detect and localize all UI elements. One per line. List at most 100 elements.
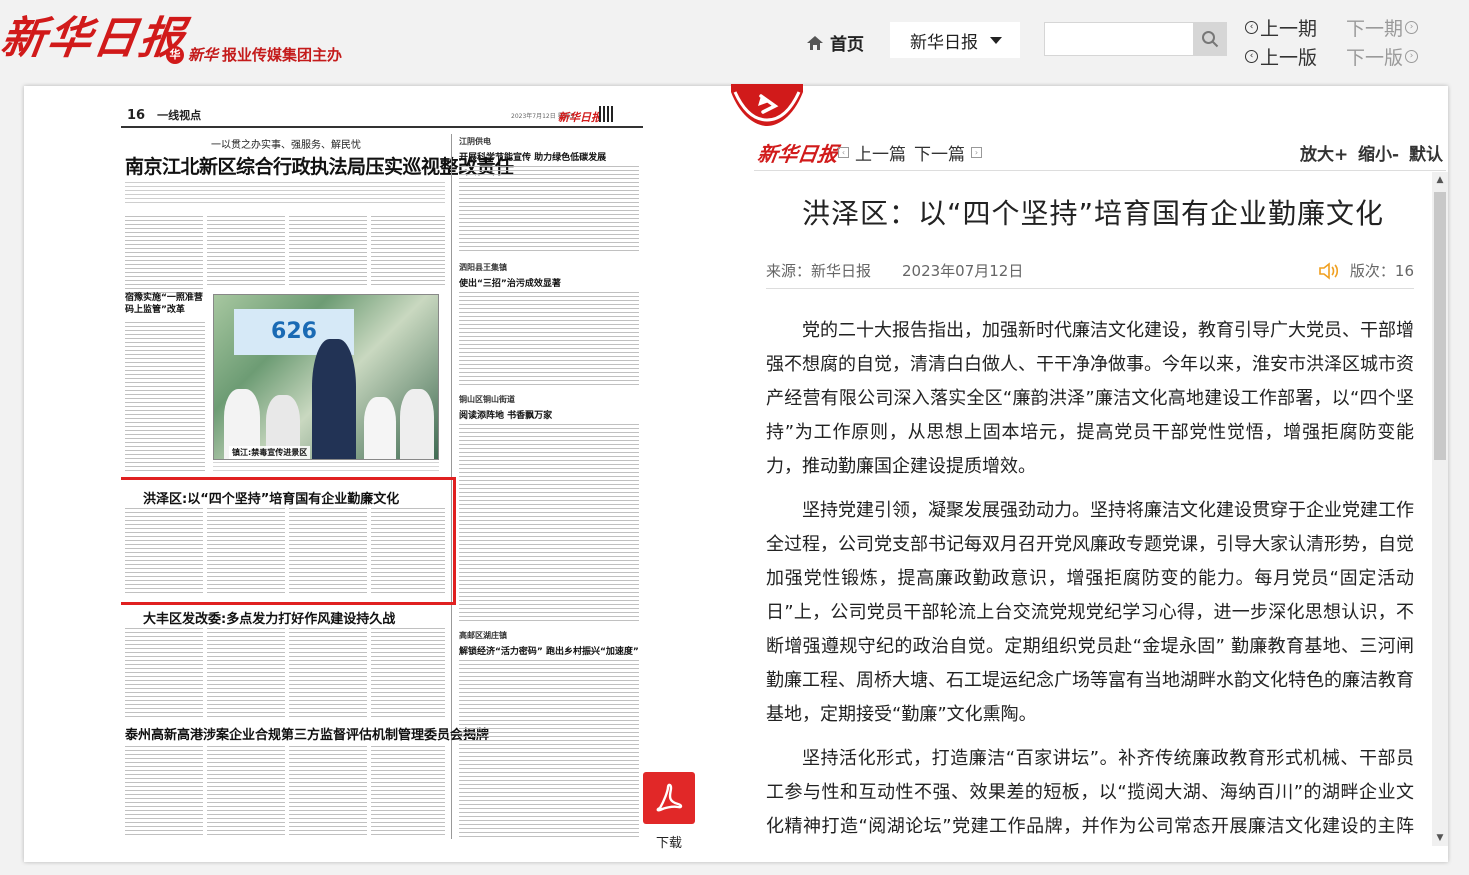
default-size-button[interactable]: 默认	[1409, 140, 1443, 165]
photo-person	[312, 339, 356, 459]
side-story-1-kicker: 江阴供电	[459, 137, 491, 146]
speaker-icon[interactable]	[1318, 261, 1340, 280]
search-input[interactable]	[1044, 22, 1194, 56]
side-story-1-text	[459, 166, 639, 252]
page-section: 一线视点	[157, 109, 202, 122]
article-edition-label: 版次：16	[1349, 262, 1414, 280]
qr-code-icon	[599, 106, 615, 122]
site-header: 新华日报 华 新华 报业传媒集团主办 首页 新华日报 ‹ 上一期 下一期 › ‹ …	[0, 0, 1469, 78]
back-button[interactable]	[731, 84, 803, 128]
dafeng-text	[371, 628, 445, 718]
article-paragraph: 党的二十大报告指出，加强新时代廉洁文化建设，教育引导广大党员、干部增强不想腐的自…	[766, 320, 1414, 477]
side-story-2-headline[interactable]: 使出“三招”治污成效显著	[459, 276, 561, 289]
next-article-link[interactable]: 下一篇 ›	[914, 140, 982, 165]
taizhou-text	[125, 746, 203, 836]
zoom-in-button[interactable]: 放大+	[1300, 140, 1348, 165]
newspaper-page-image[interactable]: 16 一线视点 2023年7月12日 星期三 新华日报 一以贯之办实事、强服务、…	[121, 104, 643, 844]
chevron-down-icon	[990, 36, 1002, 44]
page-number: 16	[127, 107, 146, 123]
article-toolbar: 新华日报 ‹ 上一篇 下一篇 › 放大+ 缩小- 默认	[754, 136, 1446, 171]
prev-article-link[interactable]: ‹ 上一篇	[838, 140, 906, 165]
chevron-left-icon: ‹	[1245, 50, 1258, 63]
article-meta: 来源：新华日报 2023年07月12日 版次：16	[766, 260, 1414, 289]
side-story-3-text	[459, 424, 639, 624]
next-page-link[interactable]: 下一版 ›	[1346, 43, 1419, 70]
prev-issue-link[interactable]: ‹ 上一期	[1245, 14, 1317, 41]
side-story-4-headline[interactable]: 解锁经济“活力密码” 跑出乡村振兴“加速度”	[459, 644, 639, 657]
taizhou-text	[289, 746, 367, 836]
sponsor-line: 华 新华 报业传媒集团主办	[166, 44, 342, 65]
article-source: 来源：新华日报	[766, 262, 872, 280]
next-issue-link[interactable]: 下一期 ›	[1346, 14, 1419, 41]
selected-article-text	[371, 508, 445, 596]
home-link[interactable]: 首页	[806, 30, 864, 55]
next-page-label: 下一版	[1346, 47, 1404, 69]
side-story-1-headline[interactable]: 开展科学节能宣传 助力绿色低碳发展	[459, 150, 606, 163]
search-icon	[1202, 31, 1219, 48]
headline-taizhou[interactable]: 泰州高新高港涉案企业合规第三方监督评估机制管理委员会揭牌	[125, 724, 489, 743]
prev-page-label: 上一版	[1260, 47, 1318, 69]
prev-page-link[interactable]: ‹ 上一版	[1245, 43, 1317, 70]
article-date: 2023年07月12日	[902, 262, 1024, 280]
article-logo: 新华日报	[756, 142, 840, 166]
left-box-text	[125, 322, 205, 472]
side-story-3-headline[interactable]: 阅读添阵地 书香飘万家	[459, 408, 552, 421]
article-content: 洪泽区：以“四个坚持”培育国有企业勤廉文化 来源：新华日报 2023年07月12…	[754, 174, 1432, 842]
side-story-4-text	[459, 660, 639, 838]
page-header-strip: 16 一线视点 2023年7月12日 星期三 新华日报	[121, 104, 643, 128]
selected-article-headline[interactable]: 洪泽区:以“四个坚持”培育国有企业勤廉文化	[143, 488, 399, 507]
photo-person	[364, 397, 396, 459]
prev-article-label: 上一篇	[855, 145, 906, 165]
scroll-thumb[interactable]	[1434, 192, 1446, 460]
sponsor-text: 报业传媒集团主办	[222, 46, 343, 64]
lead-intro-text	[125, 182, 445, 206]
lead-subtitle: 一以贯之办实事、强服务、解民忧	[211, 140, 361, 151]
back-arrow-icon	[731, 84, 803, 126]
next-article-label: 下一篇	[914, 145, 965, 165]
group-logo-icon: 华	[166, 45, 184, 64]
article-edition: 版次：16	[1318, 260, 1414, 281]
newspaper-select-value: 新华日报	[910, 32, 978, 53]
selected-article-text	[207, 508, 285, 596]
page-brand: 新华日报	[558, 111, 602, 124]
side-story-2-text	[459, 292, 639, 388]
zoom-out-button[interactable]: 缩小-	[1358, 140, 1399, 165]
dafeng-text	[207, 628, 285, 718]
taizhou-text	[371, 746, 445, 836]
newspaper-select[interactable]: 新华日报	[890, 22, 1020, 58]
photo-caption-text	[213, 462, 439, 474]
headline-dafeng[interactable]: 大丰区发改委:多点发力打好作风建设持久战	[143, 608, 395, 627]
scroll-up-icon[interactable]: ▲	[1432, 172, 1448, 188]
lead-body-text	[371, 216, 445, 286]
photo-caption: 镇江:禁毒宣传进景区	[229, 446, 311, 459]
home-icon	[807, 35, 823, 50]
article-paragraph: 坚持党建引领，凝聚发展强劲动力。坚持将廉洁文化建设贯穿于企业党建工作全过程，公司…	[766, 500, 1414, 725]
lead-headline[interactable]: 南京江北新区综合行政执法局压实巡视整改责任	[125, 152, 514, 179]
side-story-4-kicker: 高邮区湖庄镇	[459, 631, 507, 640]
side-story-3-kicker: 铜山区铜山街道	[459, 395, 515, 404]
search-button[interactable]	[1193, 22, 1227, 56]
chevron-right-icon: ›	[971, 147, 982, 158]
taizhou-text	[207, 746, 285, 836]
news-photo[interactable]: 626	[213, 294, 439, 460]
lead-body-text	[125, 216, 203, 296]
article-scrollbar[interactable]: ▲ ▼	[1432, 172, 1448, 846]
selected-article-text	[125, 508, 203, 596]
pdf-download-label: 下载	[655, 836, 682, 851]
article-body: 党的二十大报告指出，加强新时代廉洁文化建设，教育引导广大党员、干部增强不想腐的自…	[766, 314, 1414, 842]
home-label: 首页	[830, 35, 864, 55]
pdf-icon	[643, 772, 695, 824]
site-logo[interactable]: 新华日报	[0, 2, 190, 66]
photo-person	[400, 389, 434, 459]
scroll-down-icon[interactable]: ▼	[1432, 830, 1448, 846]
prev-issue-label: 上一期	[1260, 18, 1318, 40]
left-box-headline[interactable]: 宿豫实施“一照准营 码上监管”改革	[125, 292, 205, 316]
selected-article-text	[289, 508, 367, 596]
dafeng-text	[125, 628, 203, 718]
chevron-left-icon: ‹	[838, 147, 849, 158]
pdf-download-button[interactable]: 下载	[643, 772, 695, 852]
dafeng-text	[289, 628, 367, 718]
lead-body-text	[207, 216, 285, 286]
article-title: 洪泽区：以“四个坚持”培育国有企业勤廉文化	[801, 197, 1384, 230]
next-issue-label: 下一期	[1346, 18, 1404, 40]
